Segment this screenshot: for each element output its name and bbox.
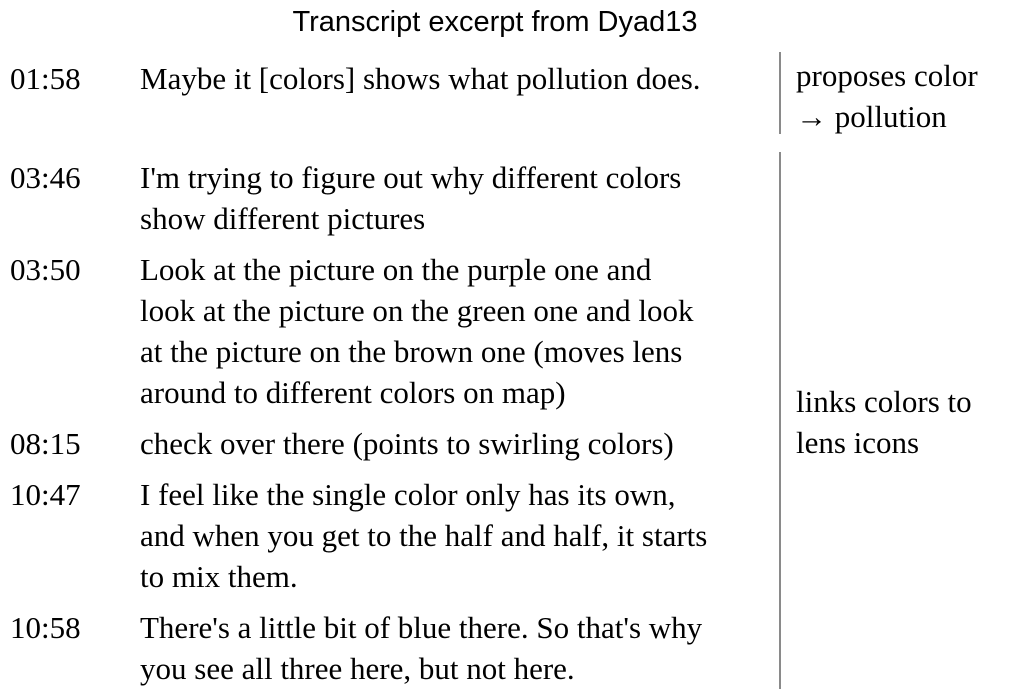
timestamp: 03:46 bbox=[10, 160, 81, 195]
utterance-line: Maybe it [colors] shows what pollution d… bbox=[140, 61, 701, 96]
utterance-line: around to different colors on map) bbox=[140, 375, 566, 410]
utterance-line: I feel like the single color only has it… bbox=[140, 477, 676, 512]
utterance-line: look at the picture on the green one and… bbox=[140, 293, 694, 328]
utterance-line: I'm trying to figure out why different c… bbox=[140, 160, 682, 195]
annotation-line: links colors to bbox=[796, 384, 972, 419]
timestamp: 10:58 bbox=[10, 610, 81, 645]
column-divider bbox=[779, 52, 781, 134]
utterance-line: Look at the picture on the purple one an… bbox=[140, 252, 652, 287]
utterance-line: to mix them. bbox=[140, 559, 298, 594]
annotation-line: proposes color bbox=[796, 58, 978, 93]
utterance-line: you see all three here, but not here. bbox=[140, 651, 575, 686]
utterance-line: and when you get to the half and half, i… bbox=[140, 518, 708, 553]
timestamp: 10:47 bbox=[10, 477, 81, 512]
utterance-line: at the picture on the brown one (moves l… bbox=[140, 334, 683, 369]
utterance-line: check over there (points to swirling col… bbox=[140, 426, 674, 461]
utterance-line: show different pictures bbox=[140, 201, 426, 236]
column-divider bbox=[779, 152, 781, 689]
transcript-page: Transcript excerpt from Dyad13 01:58 May… bbox=[0, 0, 1016, 699]
timestamp: 08:15 bbox=[10, 426, 81, 461]
timestamp: 03:50 bbox=[10, 252, 81, 287]
utterance-line: There's a little bit of blue there. So t… bbox=[140, 610, 703, 645]
annotation-line: → pollution bbox=[796, 99, 947, 134]
timestamp: 01:58 bbox=[10, 61, 81, 96]
annotation-line: lens icons bbox=[796, 425, 920, 460]
page-title: Transcript excerpt from Dyad13 bbox=[292, 6, 698, 38]
